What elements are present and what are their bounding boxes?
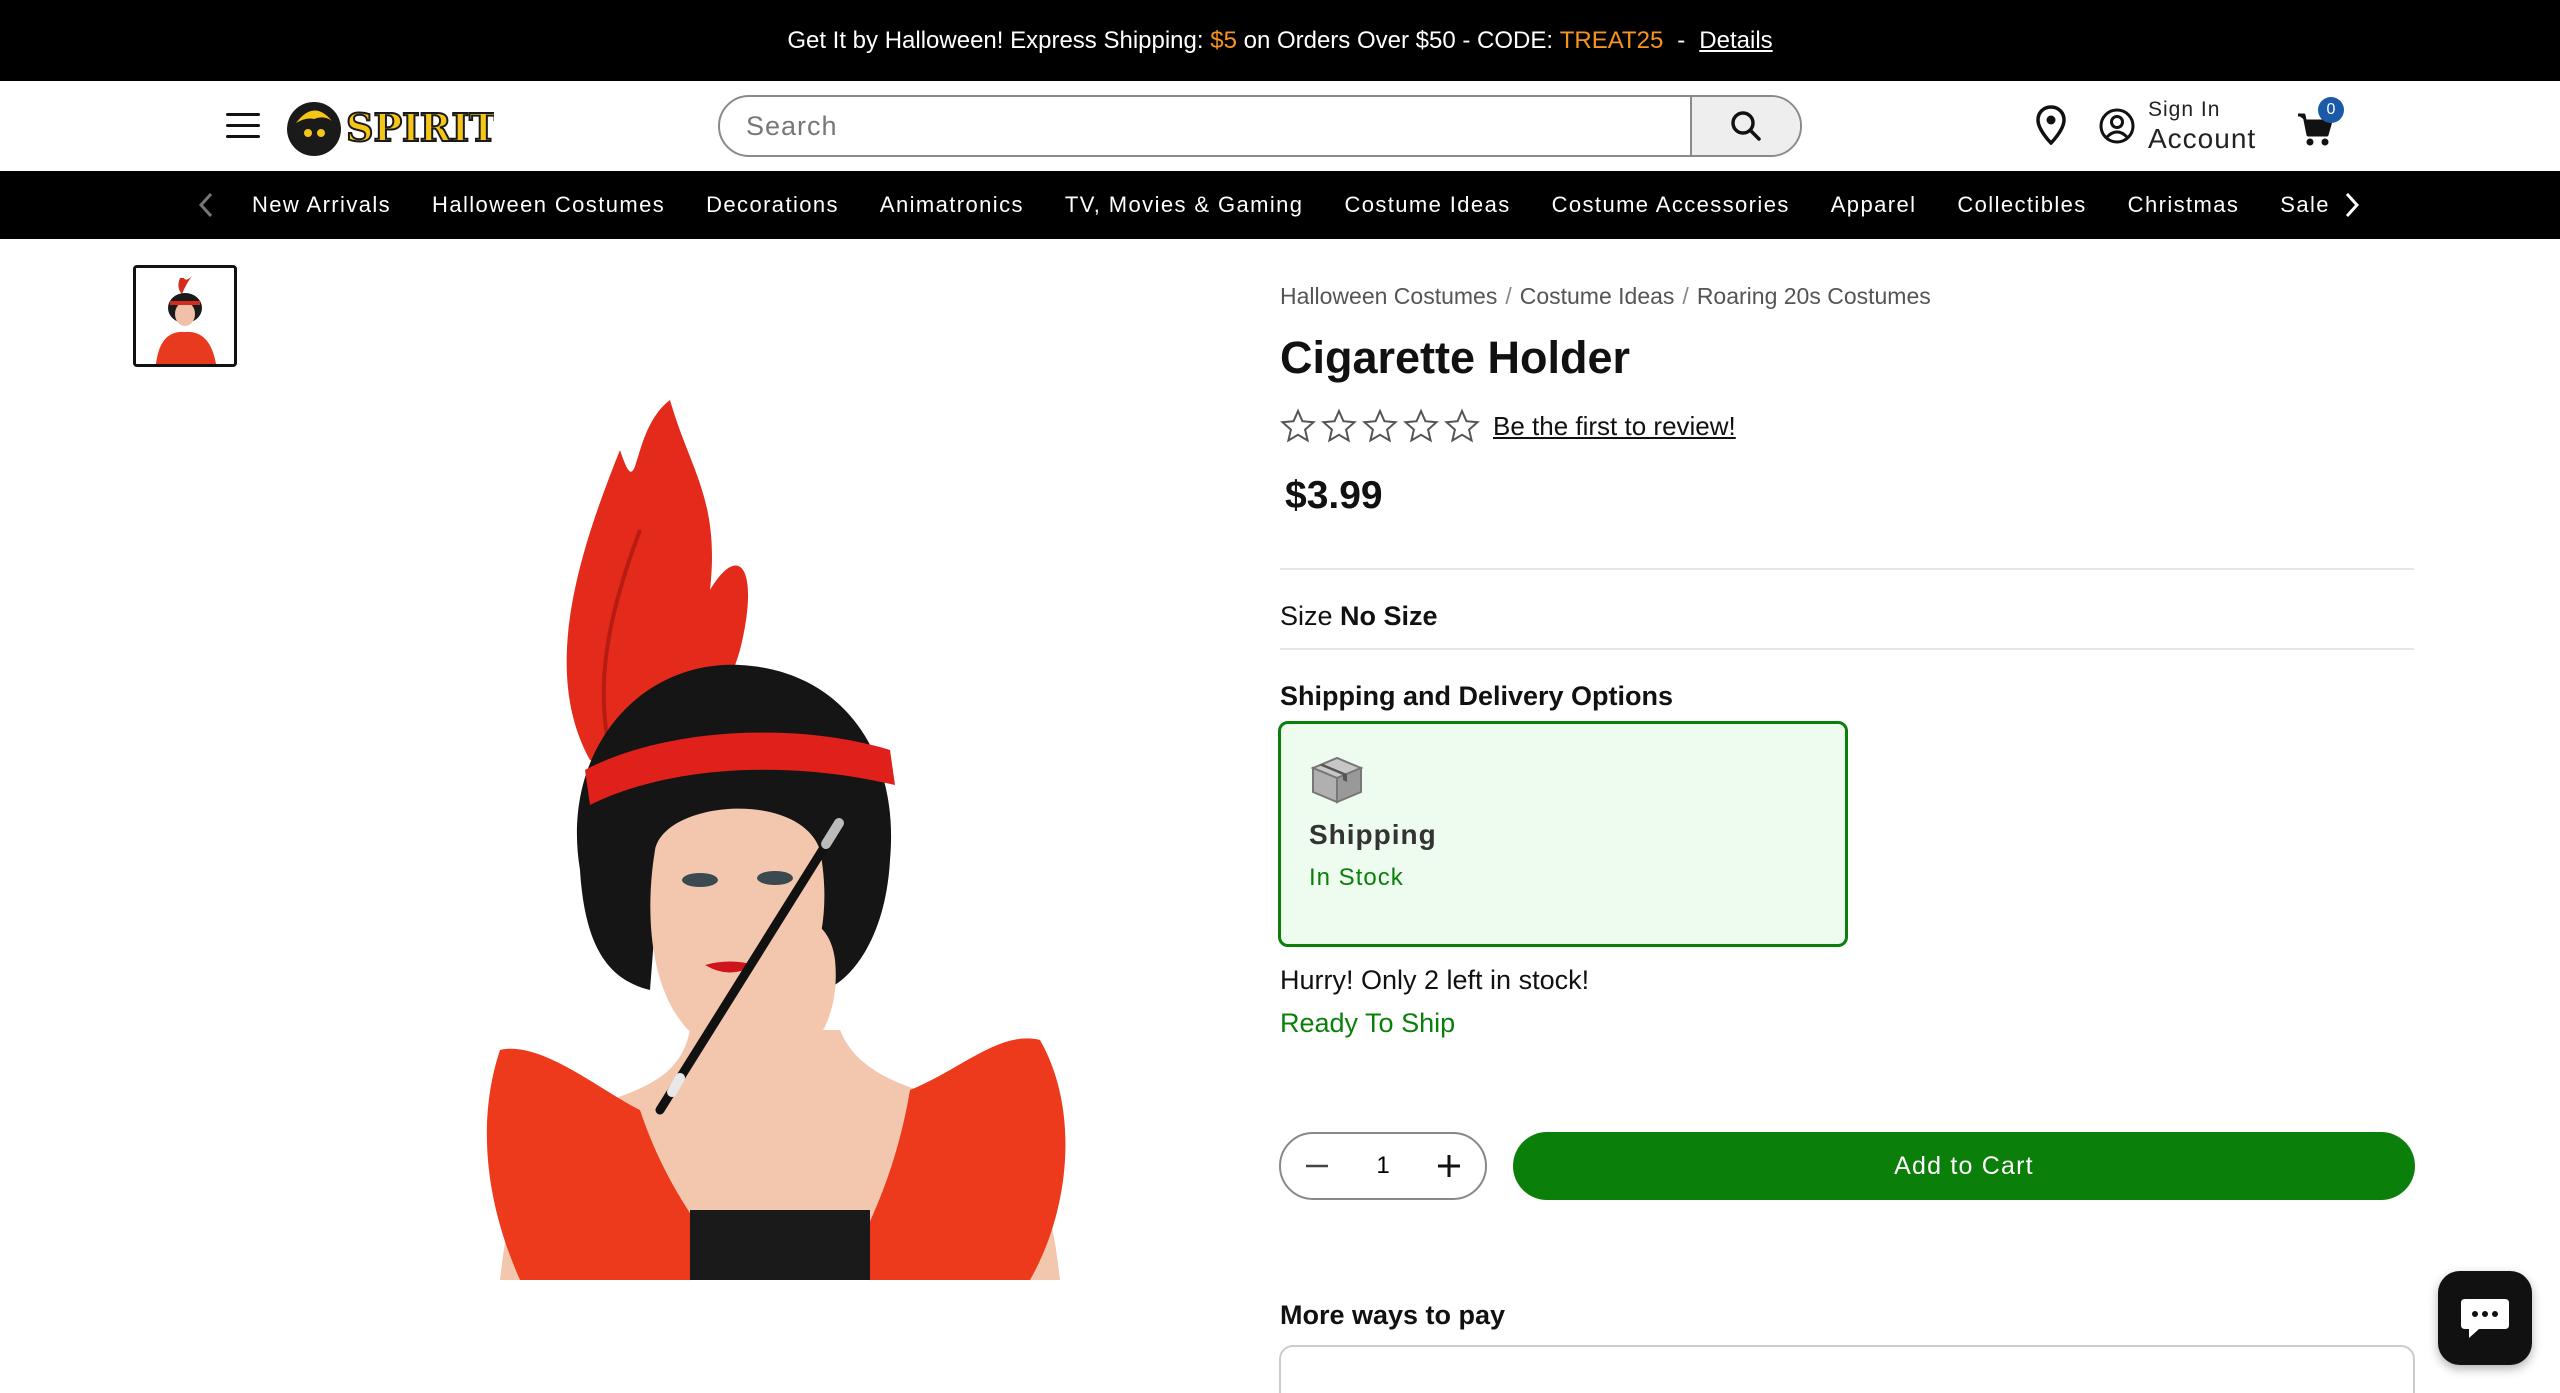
quantity-stepper: [1279, 1132, 1487, 1200]
nav-item[interactable]: Animatronics: [880, 192, 1024, 218]
nav-item[interactable]: Decorations: [706, 192, 839, 218]
divider: [1280, 648, 2414, 650]
star-outline-icon[interactable]: [1403, 408, 1439, 444]
promo-code: TREAT25: [1559, 26, 1664, 54]
write-review-link[interactable]: Be the first to review!: [1493, 411, 1736, 442]
nav-item[interactable]: TV, Movies & Gaming: [1065, 192, 1304, 218]
size-value: No Size: [1340, 601, 1438, 631]
star-outline-icon[interactable]: [1280, 408, 1316, 444]
promo-text-mid: on Orders Over $50 - CODE:: [1236, 26, 1560, 54]
promo-amount: $5: [1210, 26, 1237, 54]
search-input[interactable]: [720, 97, 1690, 155]
promo-text-start: Get It by Halloween! Express Shipping:: [787, 26, 1211, 54]
account-label: Account: [2148, 123, 2257, 154]
cart-count-badge: 0: [2318, 97, 2344, 123]
package-box-icon: [1310, 756, 1364, 804]
ready-to-ship-message: Ready To Ship: [1280, 1008, 1456, 1038]
site-header: SPIRIT Sign In Account 0: [0, 81, 2560, 171]
star-outline-icon[interactable]: [1321, 408, 1357, 444]
nav-item[interactable]: New Arrivals: [252, 192, 391, 218]
search-icon: [1731, 111, 1761, 141]
decrease-quantity-button[interactable]: [1301, 1150, 1333, 1182]
category-nav: New Arrivals Halloween Costumes Decoration…: [0, 171, 2560, 239]
search-button[interactable]: [1690, 97, 1800, 155]
chevron-right-icon[interactable]: [2342, 191, 2362, 219]
star-outline-icon[interactable]: [1362, 408, 1398, 444]
product-price: $3.99: [1285, 474, 1383, 517]
divider: [1280, 568, 2414, 570]
spirit-logo[interactable]: SPIRIT: [284, 93, 494, 159]
more-ways-to-pay-heading: More ways to pay: [1280, 1300, 1506, 1330]
increase-quantity-button[interactable]: [1433, 1150, 1465, 1182]
logo-text: SPIRIT: [346, 105, 494, 150]
thumbnail-image: [136, 268, 234, 364]
shipping-heading: Shipping and Delivery Options: [1280, 681, 1674, 711]
breadcrumb: Halloween Costumes / Costume Ideas / Roaring…: [1280, 283, 1931, 309]
plus-icon: [1438, 1155, 1460, 1177]
minus-icon: [1306, 1164, 1328, 1168]
cart-button[interactable]: 0: [2296, 97, 2346, 149]
nav-item[interactable]: Christmas: [2128, 192, 2240, 218]
quantity-input[interactable]: [1353, 1152, 1413, 1180]
shipping-option-status: In Stock: [1309, 864, 1404, 891]
menu-icon[interactable]: [226, 113, 260, 139]
sign-in-label: Sign In: [2148, 98, 2221, 121]
chat-bubble-icon: [2461, 1299, 2509, 1338]
chat-button[interactable]: [2438, 1271, 2532, 1365]
chevron-left-icon[interactable]: [196, 191, 216, 219]
breadcrumb-link[interactable]: Costume Ideas: [1520, 283, 1675, 309]
product-thumbnail[interactable]: [133, 265, 237, 367]
add-to-cart-button[interactable]: Add to Cart: [1513, 1132, 2415, 1200]
search-bar: [718, 95, 1802, 157]
location-pin-icon[interactable]: [2036, 105, 2066, 145]
account-link[interactable]: Sign In Account: [2098, 99, 2256, 153]
nav-item[interactable]: Costume Ideas: [1344, 192, 1510, 218]
product-main-image: [486, 400, 1066, 1280]
promo-separator: -: [1677, 26, 1686, 54]
size-selection: Size No Size: [1280, 601, 1438, 632]
rating-stars: Be the first to review!: [1280, 408, 1736, 444]
nav-item[interactable]: Sale: [2280, 192, 2330, 218]
shipping-option-card[interactable]: Shipping In Stock: [1278, 721, 1848, 947]
size-label: Size: [1280, 601, 1333, 631]
user-circle-icon: [2099, 108, 2135, 144]
nav-item[interactable]: Collectibles: [1957, 192, 2086, 218]
stock-message: Hurry! Only 2 left in stock!: [1280, 965, 1590, 995]
payment-options-box[interactable]: [1279, 1345, 2415, 1393]
nav-item[interactable]: Apparel: [1831, 192, 1917, 218]
promo-bar: Get It by Halloween! Express Shipping: $…: [0, 0, 2560, 81]
breadcrumb-link[interactable]: Halloween Costumes: [1280, 283, 1497, 309]
nav-item[interactable]: Costume Accessories: [1552, 192, 1790, 218]
promo-details-link[interactable]: Details: [1699, 27, 1772, 55]
breadcrumb-link[interactable]: Roaring 20s Costumes: [1697, 283, 1931, 309]
product-title: Cigarette Holder: [1280, 332, 1631, 383]
star-outline-icon[interactable]: [1444, 408, 1480, 444]
nav-item[interactable]: Halloween Costumes: [432, 192, 665, 218]
shipping-option-title: Shipping: [1309, 819, 1437, 850]
